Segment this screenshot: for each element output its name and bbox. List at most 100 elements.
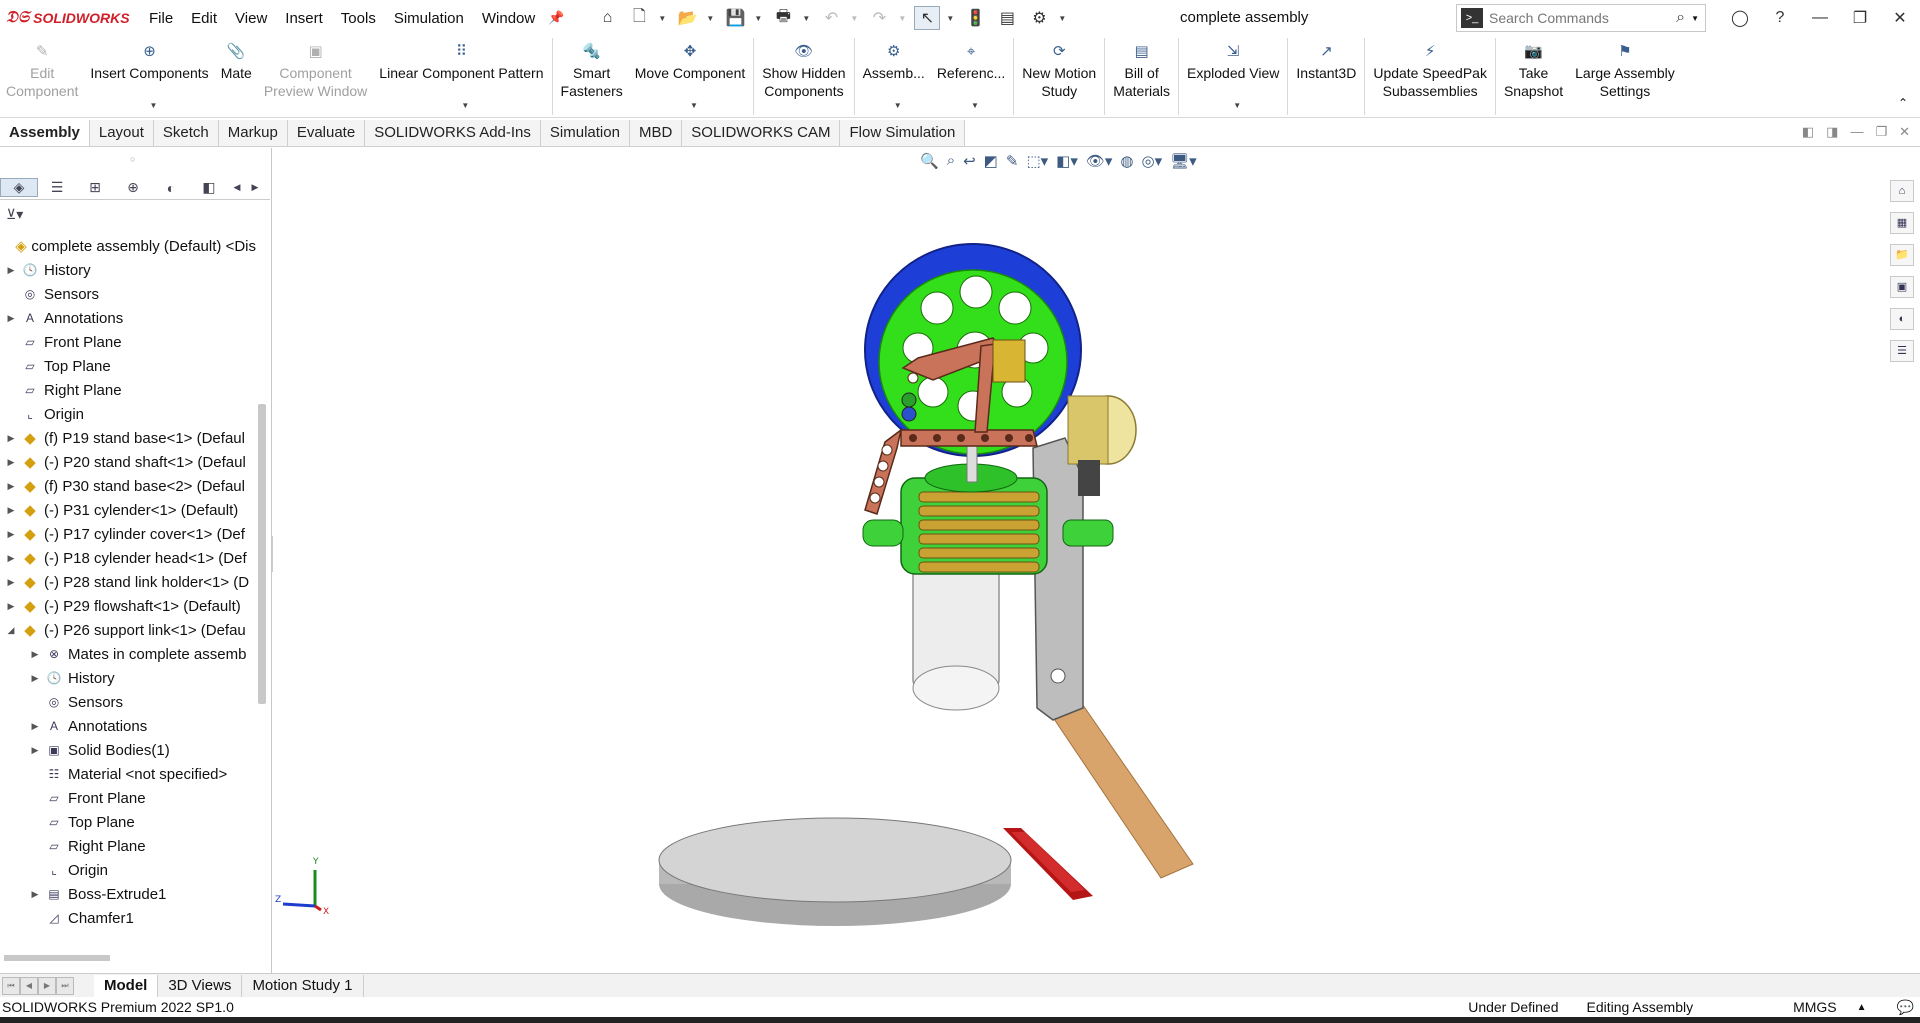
tree-node[interactable]: ▶ 🕓 History bbox=[0, 666, 256, 690]
solidworks-logo[interactable]: 𝔇𝔖 SOLIDWORKS bbox=[0, 9, 140, 27]
tree-node[interactable]: ▱ Front Plane bbox=[0, 786, 256, 810]
search-input[interactable]: Search Commands bbox=[1489, 10, 1676, 26]
ribbon-mate-button[interactable]: 📎 Mate bbox=[215, 36, 258, 117]
file-explorer-icon[interactable]: 📁 bbox=[1890, 244, 1914, 266]
tab-flow-simulation[interactable]: Flow Simulation bbox=[840, 119, 966, 146]
tree-node[interactable]: ▶ ▤ Boss-Extrude1 bbox=[0, 882, 256, 906]
tab-evaluate[interactable]: Evaluate bbox=[287, 119, 366, 146]
custom-properties-icon[interactable]: ☰ bbox=[1890, 340, 1914, 362]
tree-node[interactable]: ▶ ◆ (f) P30 stand base<2> (Defaul bbox=[0, 474, 256, 498]
tree-node[interactable]: ◿ Chamfer1 bbox=[0, 906, 256, 930]
tree-node[interactable]: ▶ ◆ (-) P28 stand link holder<1> (D bbox=[0, 570, 256, 594]
save-icon[interactable]: 💾 bbox=[722, 6, 748, 30]
ribbon-show-hidden-button[interactable]: 👁 Show Hidden Components bbox=[756, 36, 851, 117]
ribbon-move-component-button[interactable]: ✥ Move Component ▼ bbox=[629, 36, 752, 117]
configuration-manager-tab-icon[interactable]: ⊞ bbox=[76, 179, 114, 196]
tree-horizontal-scrollbar[interactable] bbox=[4, 955, 110, 961]
tree-node[interactable]: ▶ ◆ (-) P31 cylender<1> (Default) bbox=[0, 498, 256, 522]
ribbon-linear-pattern-button[interactable]: ⠿ Linear Component Pattern ▼ bbox=[373, 36, 549, 117]
tree-node[interactable]: ▶ ◆ (-) P29 flowshaft<1> (Default) bbox=[0, 594, 256, 618]
tab-scroll-right-icon[interactable]: ▶ bbox=[246, 182, 264, 193]
tree-node[interactable]: ▱ Top Plane bbox=[0, 810, 256, 834]
undo-icon[interactable]: ↶ bbox=[818, 6, 844, 30]
previous-view-icon[interactable]: ↩ bbox=[963, 152, 976, 170]
view-settings-icon[interactable]: 🖥▾ bbox=[1170, 152, 1197, 170]
status-chat-icon[interactable]: 💬 bbox=[1897, 999, 1914, 1016]
tab-mbd[interactable]: MBD bbox=[629, 119, 683, 146]
rebuild-icon[interactable]: 🚦 bbox=[962, 6, 988, 30]
redo-dropdown-icon[interactable]: ▼ bbox=[898, 14, 908, 23]
prev-tab-icon[interactable]: ◀ bbox=[20, 976, 38, 995]
ribbon-edit-component-button[interactable]: ✎ Edit Component bbox=[0, 36, 84, 117]
expand-arrow-icon[interactable]: ▶ bbox=[4, 553, 18, 564]
ribbon-large-assembly-button[interactable]: ⚑ Large Assembly Settings bbox=[1569, 36, 1681, 117]
open-dropdown-icon[interactable]: ▼ bbox=[706, 14, 716, 23]
expand-arrow-icon[interactable]: ▶ bbox=[4, 529, 18, 540]
menu-file[interactable]: File bbox=[140, 10, 182, 27]
dropdown-caret-icon[interactable]: ▼ bbox=[461, 97, 469, 115]
open-icon[interactable]: 📂 bbox=[674, 6, 700, 30]
select-icon[interactable]: ↖ bbox=[914, 6, 941, 30]
tree-node[interactable]: ◈ complete assembly (Default) <Dis bbox=[0, 234, 256, 258]
expand-arrow-icon[interactable]: ▶ bbox=[4, 313, 18, 324]
expand-arrow-icon[interactable]: ▶ bbox=[4, 577, 18, 588]
tree-node[interactable]: ☷ Material <not specified> bbox=[0, 762, 256, 786]
ribbon-insert-components-button[interactable]: ⊕ Insert Components ▼ bbox=[84, 36, 214, 117]
tree-node[interactable]: ▶ A Annotations bbox=[0, 306, 256, 330]
tree-node[interactable]: ▶ 🕓 History bbox=[0, 258, 256, 282]
user-account-icon[interactable]: ◯ bbox=[1720, 8, 1760, 28]
expand-arrow-icon[interactable]: ▶ bbox=[4, 601, 18, 612]
view-palette-icon[interactable]: ▣ bbox=[1890, 276, 1914, 298]
collapse-arrow-icon[interactable]: ◢ bbox=[4, 625, 18, 636]
options-dropdown-icon[interactable]: ▼ bbox=[1058, 14, 1068, 23]
apply-scene-icon[interactable]: ◎▾ bbox=[1142, 152, 1163, 170]
ribbon-bom-button[interactable]: ▤ Bill of Materials bbox=[1107, 36, 1176, 117]
appearances-icon[interactable]: ◐ bbox=[1890, 308, 1914, 330]
expand-arrow-icon[interactable]: ▶ bbox=[28, 649, 42, 660]
pin-icon[interactable]: 📌 bbox=[548, 10, 564, 26]
collapse-ribbon-icon[interactable]: ⌃ bbox=[1898, 96, 1908, 110]
home-icon[interactable]: ⌂ bbox=[594, 6, 620, 30]
ribbon-snapshot-button[interactable]: 📷 Take Snapshot bbox=[1498, 36, 1569, 117]
ribbon-smart-fasteners-button[interactable]: 🔩 Smart Fasteners bbox=[555, 36, 629, 117]
ribbon-instant3d-button[interactable]: ↗ Instant3D bbox=[1290, 36, 1362, 117]
bottom-tab-motion-study-1[interactable]: Motion Study 1 bbox=[242, 974, 364, 997]
display-style-icon[interactable]: ◧▾ bbox=[1056, 152, 1078, 170]
ribbon-preview-window-button[interactable]: ▣ Component Preview Window bbox=[258, 36, 373, 117]
zoom-to-fit-icon[interactable]: 🔍 bbox=[920, 152, 939, 170]
next-tab-icon[interactable]: ▶ bbox=[38, 976, 56, 995]
assembly-model-view[interactable]: Y Z X bbox=[273, 148, 1893, 973]
redo-icon[interactable]: ↷ bbox=[866, 6, 892, 30]
expand-arrow-icon[interactable]: ▶ bbox=[4, 433, 18, 444]
expand-arrow-icon[interactable]: ▶ bbox=[4, 505, 18, 516]
expand-arrow-icon[interactable]: ▶ bbox=[4, 481, 18, 492]
dropdown-caret-icon[interactable]: ▼ bbox=[894, 97, 902, 115]
tree-node[interactable]: ◎ Sensors bbox=[0, 690, 256, 714]
tree-node[interactable]: ▱ Right Plane bbox=[0, 834, 256, 858]
undo-dropdown-icon[interactable]: ▼ bbox=[850, 14, 860, 23]
print-icon[interactable]: 🖶 bbox=[770, 6, 796, 30]
tree-node[interactable]: ▶ ◆ (-) P20 stand shaft<1> (Defaul bbox=[0, 450, 256, 474]
tree-node[interactable]: ▶ ◆ (f) P19 stand base<1> (Defaul bbox=[0, 426, 256, 450]
dynamic-annotation-icon[interactable]: ✎ bbox=[1006, 152, 1019, 170]
bottom-tab-3d-views[interactable]: 3D Views bbox=[158, 974, 243, 997]
menu-window[interactable]: Window bbox=[473, 10, 544, 27]
new-document-icon[interactable]: 🗋 bbox=[626, 6, 652, 30]
expand-arrow-icon[interactable]: ▶ bbox=[28, 673, 42, 684]
tree-node[interactable]: ◢ ◆ (-) P26 support link<1> (Defau bbox=[0, 618, 256, 642]
tree-node[interactable]: ⌞ Origin bbox=[0, 858, 256, 882]
dimxpert-tab-icon[interactable]: ⊕ bbox=[114, 179, 152, 196]
tab-scroll-left-icon[interactable]: ◀ bbox=[228, 182, 246, 193]
tree-node[interactable]: ▱ Right Plane bbox=[0, 378, 256, 402]
tree-node[interactable]: ▶◆(-) P1 vertical sterling engine ( bbox=[0, 930, 256, 935]
minimize-icon[interactable]: — bbox=[1800, 9, 1840, 27]
dropdown-caret-icon[interactable]: ▼ bbox=[1233, 97, 1241, 115]
dropdown-caret-icon[interactable]: ▼ bbox=[150, 97, 158, 115]
menu-insert[interactable]: Insert bbox=[276, 10, 332, 27]
section-view-icon[interactable]: ◩ bbox=[984, 152, 998, 170]
graphics-area[interactable]: Y Z X bbox=[273, 148, 1893, 973]
restore-icon[interactable]: ❐ bbox=[1840, 8, 1880, 28]
expand-arrow-icon[interactable]: ▶ bbox=[28, 721, 42, 732]
units-dropdown-icon[interactable]: ▲ bbox=[1857, 1002, 1867, 1013]
tree-node[interactable]: ▶ ▣ Solid Bodies(1) bbox=[0, 738, 256, 762]
